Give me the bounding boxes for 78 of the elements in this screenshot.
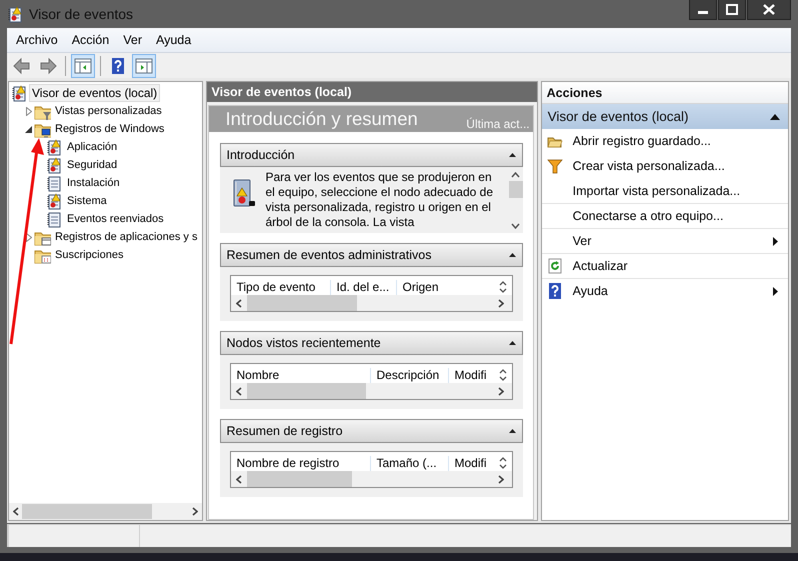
- menu-item[interactable]: Ayuda: [148, 30, 198, 50]
- intro-text: Para ver los eventos que se produjeron en el equipo, seleccione el nodo adecuado de vista personalizada, registro u origen en el árbol de la consola. La vista: [266, 170, 494, 230]
- tree-item[interactable]: Seguridad: [64, 157, 120, 173]
- page-title: Introducción y resumen: [226, 108, 418, 131]
- log-warning-icon: [46, 138, 63, 156]
- horizontal-scrollbar[interactable]: [9, 503, 202, 520]
- section-title: Resumen de eventos administrativos: [226, 248, 432, 262]
- horizontal-scrollbar[interactable]: [230, 383, 512, 399]
- tree-item[interactable]: Visor de eventos (local): [29, 84, 160, 102]
- horizontal-scrollbar[interactable]: [230, 295, 512, 311]
- column-header[interactable]: Modifi: [448, 368, 497, 383]
- scroll-right-icon[interactable]: [192, 507, 198, 516]
- action-item[interactable]: Conectarse a otro equipo...: [542, 204, 788, 229]
- tree-item[interactable]: Registros de Windows: [52, 121, 168, 137]
- action-item[interactable]: Importar vista personalizada...: [542, 179, 788, 204]
- expanded-icon[interactable]: [25, 126, 32, 132]
- horizontal-scrollbar[interactable]: [230, 471, 512, 487]
- collapse-icon[interactable]: [508, 341, 516, 345]
- menu-item[interactable]: Archivo: [9, 30, 65, 50]
- action-item[interactable]: Abrir registro guardado...: [542, 129, 788, 154]
- action-group-header[interactable]: Visor de eventos (local): [542, 104, 788, 129]
- close-icon[interactable]: [747, 0, 791, 20]
- log-icon: [46, 210, 63, 228]
- tree-item[interactable]: Sistema: [64, 193, 110, 209]
- section-header[interactable]: Introducción: [220, 143, 523, 167]
- tree-item[interactable]: Suscripciones: [52, 247, 126, 263]
- column-header[interactable]: Modifi: [448, 456, 497, 471]
- scroll-left-icon[interactable]: [236, 386, 242, 396]
- section-header[interactable]: Resumen de eventos administrativos: [220, 243, 523, 267]
- help-icon: [546, 283, 563, 299]
- section-title: Introducción: [226, 148, 295, 162]
- collapse-icon[interactable]: [508, 253, 516, 257]
- scroll-left-icon[interactable]: [236, 298, 242, 308]
- menu-item[interactable]: Acción: [64, 30, 116, 50]
- filter-icon: [546, 158, 563, 174]
- sort-icon: [498, 369, 507, 381]
- section-title: Nodos vistos recientemente: [226, 336, 381, 350]
- column-header[interactable]: Origen: [396, 280, 497, 295]
- action-item[interactable]: Actualizar: [542, 254, 788, 279]
- scroll-down-icon[interactable]: [511, 223, 520, 229]
- scroll-right-icon[interactable]: [498, 386, 504, 396]
- scroll-left-icon[interactable]: [236, 474, 242, 484]
- pane-header: Visor de eventos (local): [206, 82, 537, 102]
- log-warning-icon: [11, 84, 28, 102]
- last-updated: Última act...: [466, 117, 530, 131]
- collapse-icon[interactable]: [508, 429, 516, 433]
- log-warning-icon: [46, 192, 63, 210]
- section-header[interactable]: Resumen de registro: [220, 419, 523, 443]
- maximize-icon[interactable]: [718, 0, 746, 20]
- tree-item[interactable]: Registros de aplicaciones y s: [52, 229, 200, 245]
- log-icon: [46, 174, 63, 192]
- group-title: Visor de eventos (local): [548, 109, 688, 124]
- window-title: Visor de eventos: [29, 6, 134, 22]
- refresh-icon: [546, 258, 563, 274]
- collapse-icon[interactable]: [770, 114, 780, 120]
- vertical-scrollbar[interactable]: [508, 170, 523, 231]
- collapse-icon[interactable]: [508, 153, 516, 157]
- section-header[interactable]: Nodos vistos recientemente: [220, 331, 523, 355]
- menu-item[interactable]: Ver: [116, 30, 149, 50]
- scroll-up-icon[interactable]: [511, 172, 520, 178]
- scroll-right-icon[interactable]: [498, 474, 504, 484]
- minimize-icon[interactable]: [689, 0, 717, 20]
- action-item[interactable]: Ver: [542, 229, 788, 254]
- scroll-left-icon[interactable]: [13, 507, 19, 516]
- collapsed-icon[interactable]: [26, 232, 32, 242]
- tree-item[interactable]: Instalación: [64, 175, 123, 191]
- action-item[interactable]: Ayuda: [542, 279, 788, 304]
- log-warning-icon: [7, 6, 24, 22]
- sort-icon: [498, 281, 507, 293]
- log-warning-icon: [46, 156, 63, 174]
- tree-item[interactable]: Eventos reenviados: [64, 211, 167, 227]
- collapsed-icon[interactable]: [26, 106, 32, 116]
- tree-item[interactable]: Aplicación: [64, 139, 120, 155]
- section-title: Resumen de registro: [226, 424, 343, 438]
- sort-icon: [498, 457, 507, 469]
- action-item[interactable]: Crear vista personalizada...: [542, 154, 788, 179]
- tree-item[interactable]: Vistas personalizadas: [52, 103, 165, 119]
- scroll-right-icon[interactable]: [498, 298, 504, 308]
